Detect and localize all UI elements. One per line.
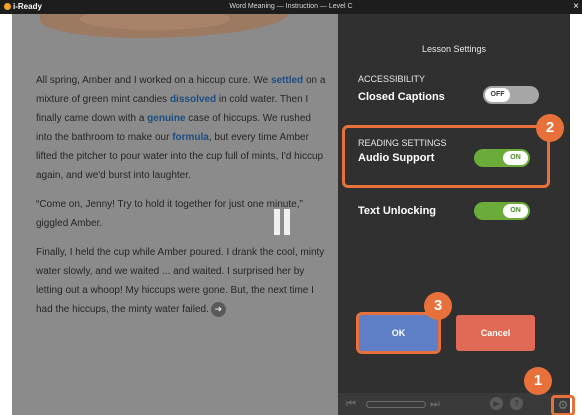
ok-button[interactable]: OK bbox=[359, 315, 438, 351]
settings-button[interactable]: ⚙ bbox=[551, 395, 575, 415]
next-arrow-icon[interactable]: ➜ bbox=[210, 301, 226, 317]
story-text-run: All spring, Amber and I worked on a hicc… bbox=[36, 75, 271, 86]
story-text: All spring, Amber and I worked on a hicc… bbox=[36, 71, 326, 329]
callout-badge-1: 1 bbox=[524, 367, 552, 395]
keyword-formula[interactable]: formula bbox=[172, 132, 209, 143]
keyword-genuine[interactable]: genuine bbox=[147, 113, 185, 124]
lesson-settings-panel: Lesson Settings ACCESSIBILITY Closed Cap… bbox=[338, 14, 570, 393]
gear-icon: ⚙ bbox=[557, 398, 569, 412]
toggle-state-label: ON bbox=[503, 204, 528, 218]
window-title: Word Meaning — Instruction — Level C bbox=[229, 3, 353, 10]
pause-icon[interactable] bbox=[274, 209, 290, 235]
skip-end-icon[interactable]: ⏭ bbox=[430, 397, 440, 411]
window-titlebar: i-Ready Word Meaning — Instruction — Lev… bbox=[0, 0, 582, 14]
close-icon[interactable]: × bbox=[573, 1, 579, 12]
audio-support-toggle[interactable]: ON bbox=[474, 149, 530, 167]
keyword-dissolved[interactable]: dissolved bbox=[170, 94, 216, 105]
player-controls: ⏮ ⏭ ▶ ? bbox=[338, 393, 570, 415]
audio-support-label: Audio Support bbox=[358, 152, 435, 164]
accessibility-heading: ACCESSIBILITY bbox=[358, 74, 426, 84]
story-paragraph-1: All spring, Amber and I worked on a hicc… bbox=[36, 71, 326, 185]
keyword-settled[interactable]: settled bbox=[271, 75, 303, 86]
closed-captions-toggle[interactable]: OFF bbox=[483, 86, 539, 104]
callout-badge-3: 3 bbox=[424, 292, 452, 320]
story-illustration bbox=[40, 14, 290, 38]
progress-track[interactable] bbox=[366, 401, 426, 408]
story-text-run: Finally, I held the cup while Amber pour… bbox=[36, 247, 325, 315]
toggle-state-label: ON bbox=[503, 151, 528, 165]
callout-badge-2: 2 bbox=[536, 114, 564, 142]
closed-captions-label: Closed Captions bbox=[358, 91, 445, 103]
play-icon[interactable]: ▶ bbox=[490, 397, 503, 410]
reading-settings-heading: READING SETTINGS bbox=[358, 138, 447, 148]
skip-start-icon[interactable]: ⏮ bbox=[346, 397, 356, 411]
text-unlocking-label: Text Unlocking bbox=[358, 205, 437, 217]
toggle-state-label: OFF bbox=[485, 88, 510, 102]
help-icon[interactable]: ? bbox=[510, 397, 523, 410]
story-paragraph-3: Finally, I held the cup while Amber pour… bbox=[36, 243, 326, 319]
panel-title: Lesson Settings bbox=[421, 44, 487, 54]
cancel-button[interactable]: Cancel bbox=[456, 315, 535, 351]
text-unlocking-toggle[interactable]: ON bbox=[474, 202, 530, 220]
